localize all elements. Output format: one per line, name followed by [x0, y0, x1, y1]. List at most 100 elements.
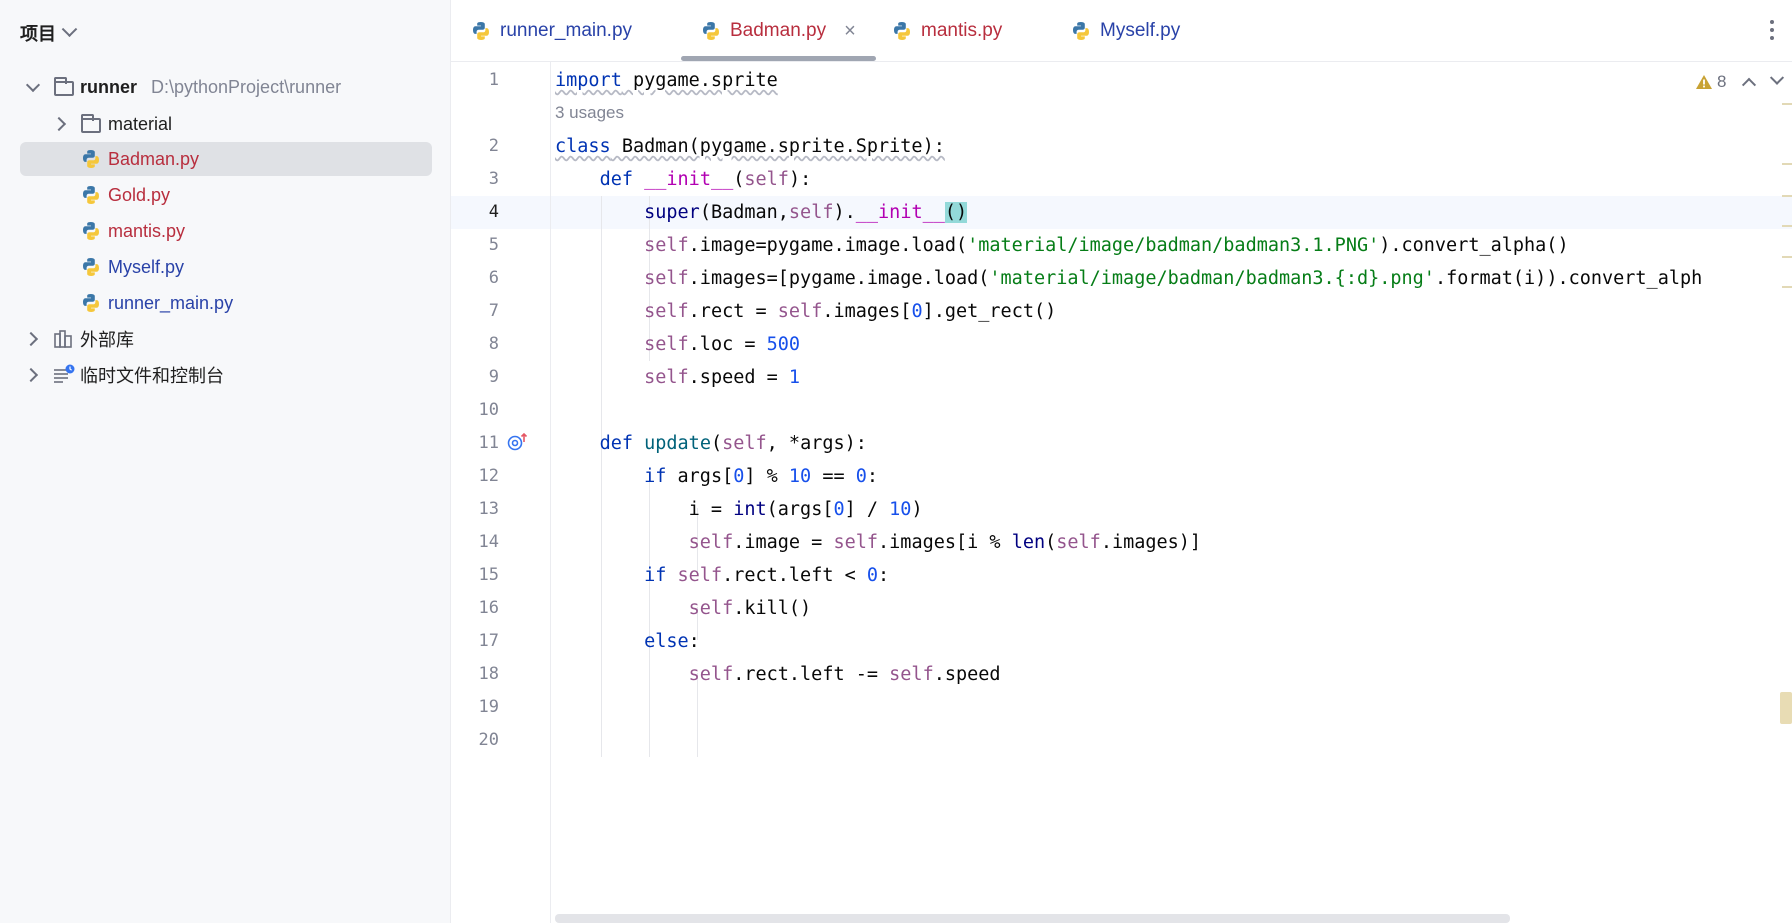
line-number: 20: [478, 730, 499, 750]
code-line-12: if args[0] % 10 == 0:: [644, 466, 879, 487]
override-method-icon[interactable]: [507, 432, 529, 452]
previous-highlight-icon[interactable]: [1742, 77, 1757, 92]
tree-item-label: Badman.py: [108, 148, 200, 169]
library-icon: [54, 330, 72, 348]
python-file-icon: [1073, 22, 1089, 40]
tree-item-myself[interactable]: Myself.py: [20, 250, 432, 284]
tree-item-label: Gold.py: [108, 184, 171, 205]
more-options-icon[interactable]: [1770, 20, 1774, 42]
tab-label: runner_main.py: [500, 20, 633, 41]
code-line-9: self.speed = 1: [644, 367, 801, 388]
next-highlight-icon[interactable]: [1770, 70, 1785, 85]
tree-item-label: Myself.py: [108, 256, 185, 277]
inspection-widget[interactable]: 8: [1695, 70, 1785, 94]
warning-icon: [1696, 75, 1712, 89]
tree-item-badman[interactable]: Badman.py: [20, 142, 432, 176]
tree-item-material[interactable]: material: [20, 107, 432, 141]
expand-arrow-icon[interactable]: [23, 367, 39, 383]
tab-myself[interactable]: Myself.py: [1071, 0, 1180, 62]
error-stripe-marker[interactable]: [1782, 195, 1792, 197]
tree-root-runner[interactable]: runner D:\pythonProject\runner: [20, 70, 432, 104]
error-stripe-marker[interactable]: [1782, 225, 1792, 227]
tree-item-mantis[interactable]: mantis.py: [20, 214, 432, 248]
line-number: 3: [488, 169, 499, 189]
line-number: 2: [488, 136, 499, 156]
line-number: 17: [478, 631, 499, 651]
python-file-icon: [703, 22, 719, 40]
error-stripe-marker[interactable]: [1782, 103, 1792, 105]
tree-item-external-libraries[interactable]: 外部库: [20, 322, 432, 356]
code-line-8: self.loc = 500: [644, 334, 801, 355]
vertical-scrollbar-thumb[interactable]: [1780, 692, 1792, 724]
scratch-console-icon: [54, 364, 75, 383]
warning-count: 8: [1717, 72, 1727, 91]
code-line-14: self.image = self.images[i % len(self.im…: [688, 532, 1202, 553]
close-tab-icon[interactable]: ×: [844, 20, 856, 43]
root-name: runner: [80, 76, 138, 97]
expand-arrow-icon[interactable]: [25, 77, 41, 93]
line-number: 16: [478, 598, 499, 618]
tree-item-label: material: [108, 113, 173, 134]
tree-item-label: 外部库: [80, 330, 134, 350]
line-number: 12: [478, 466, 499, 486]
tree-item-runner-main[interactable]: runner_main.py: [20, 286, 432, 320]
line-number: 10: [478, 400, 499, 420]
code-line-3: def __init__(self):: [599, 169, 812, 190]
folder-icon: [54, 77, 74, 96]
code-line-18: self.rect.left -= self.speed: [688, 664, 1001, 685]
code-line-1: import pygame.sprite: [555, 70, 778, 91]
line-number: 9: [488, 367, 499, 387]
gutter-divider: [550, 62, 551, 923]
tree-item-gold[interactable]: Gold.py: [20, 178, 432, 212]
python-file-icon: [83, 150, 99, 168]
active-tab-indicator: [681, 56, 876, 61]
project-view-selector[interactable]: 项目: [20, 20, 78, 46]
expand-arrow-icon[interactable]: [23, 331, 39, 347]
line-number: 4: [488, 202, 499, 222]
code-line-15: if self.rect.left < 0:: [644, 565, 890, 586]
line-number: 1: [488, 70, 499, 90]
tab-label: mantis.py: [921, 20, 1003, 41]
python-file-icon: [83, 222, 99, 240]
python-file-icon: [894, 22, 910, 40]
error-stripe-marker[interactable]: [1782, 286, 1792, 288]
error-stripe-marker[interactable]: [1782, 163, 1792, 165]
line-number: 6: [488, 268, 499, 288]
folder-icon: [81, 114, 101, 133]
code-line-4: super(Badman,self).__init__(): [644, 202, 968, 223]
code-line-17: else:: [644, 631, 700, 652]
error-stripe-marker[interactable]: [1782, 256, 1792, 258]
code-line-2: class Badman(pygame.sprite.Sprite):: [555, 136, 945, 157]
line-number: 5: [488, 235, 499, 255]
code-line-13: i = int(args[0] / 10): [688, 499, 923, 520]
root-path: D:\pythonProject\runner: [151, 76, 342, 97]
code-line-16: self.kill(): [688, 598, 812, 619]
line-number: 11: [478, 433, 499, 453]
expand-arrow-icon[interactable]: [51, 116, 67, 132]
line-number: 19: [478, 697, 499, 717]
python-file-icon: [83, 186, 99, 204]
line-number: 13: [478, 499, 499, 519]
tab-label: Myself.py: [1100, 20, 1181, 41]
line-number: 15: [478, 565, 499, 585]
usages-hint[interactable]: 3 usages: [555, 98, 624, 128]
code-line-6: self.images=[pygame.image.load('material…: [644, 268, 1703, 289]
horizontal-scrollbar[interactable]: [555, 914, 1510, 923]
python-file-icon: [83, 294, 99, 312]
line-number: 8: [488, 334, 499, 354]
tree-item-label: runner_main.py: [108, 292, 234, 313]
python-file-icon: [473, 22, 489, 40]
tree-item-scratches[interactable]: 临时文件和控制台: [20, 358, 432, 392]
tree-item-label: 临时文件和控制台: [80, 366, 224, 386]
code-line-11: def update(self, *args):: [599, 433, 867, 454]
line-number: 18: [478, 664, 499, 684]
line-number: 7: [488, 301, 499, 321]
tab-badman[interactable]: Badman.py ×: [701, 0, 856, 62]
tab-runner-main[interactable]: runner_main.py: [471, 0, 632, 62]
python-file-icon: [83, 258, 99, 276]
line-number: 14: [478, 532, 499, 552]
tab-mantis[interactable]: mantis.py: [892, 0, 1002, 62]
tab-label: Badman.py: [730, 20, 827, 41]
code-line-5: self.image=pygame.image.load('material/i…: [644, 235, 1569, 256]
project-title: 项目: [20, 24, 56, 44]
